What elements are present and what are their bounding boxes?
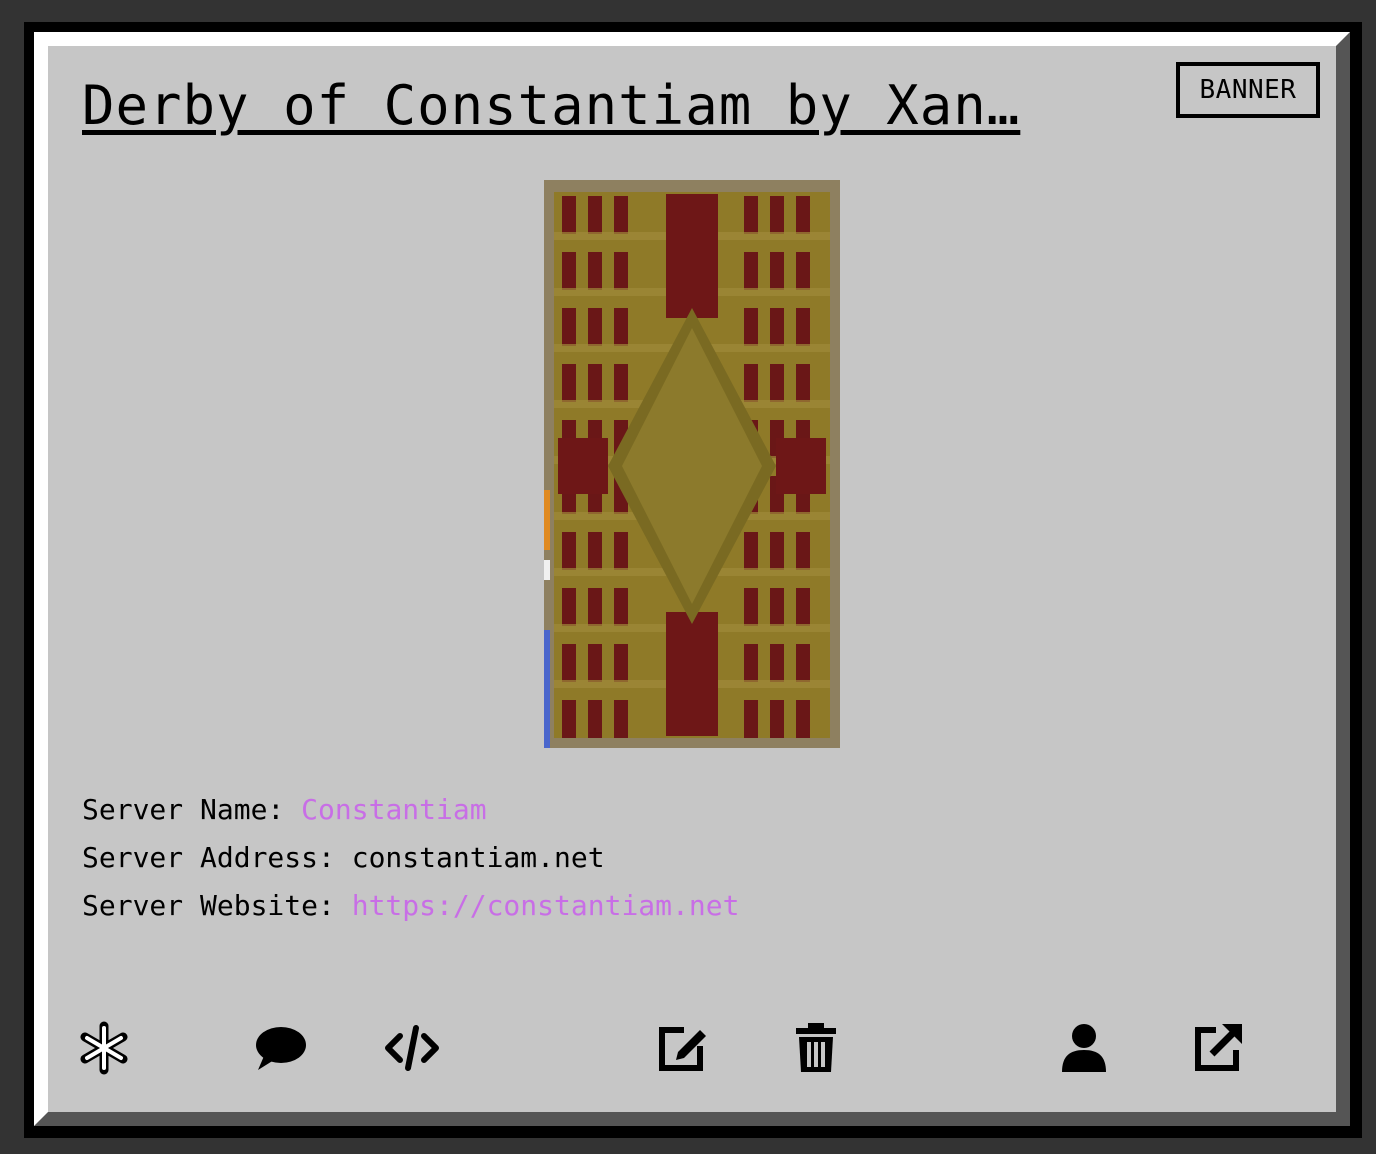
card-title[interactable]: Derby of Constantiam by Xan…	[82, 74, 1062, 138]
server-address-label: Server Address:	[82, 841, 352, 874]
card-bevel: Derby of Constantiam by Xan… BANNER Serv…	[34, 32, 1350, 1126]
server-website-row: Server Website: https://constantiam.net	[82, 882, 739, 930]
asterisk-icon[interactable]	[76, 1020, 132, 1076]
server-address-row: Server Address: constantiam.net	[82, 834, 739, 882]
type-badge: BANNER	[1176, 62, 1320, 118]
server-address-value: constantiam.net	[351, 841, 605, 874]
edit-icon[interactable]	[654, 1020, 710, 1076]
trash-icon[interactable]	[788, 1020, 844, 1076]
server-name-link[interactable]: Constantiam	[301, 793, 486, 826]
external-link-icon[interactable]	[1190, 1020, 1246, 1076]
user-icon[interactable]	[1056, 1020, 1112, 1076]
comment-icon[interactable]	[252, 1020, 308, 1076]
server-website-label: Server Website:	[82, 889, 352, 922]
banner-card: Derby of Constantiam by Xan… BANNER Serv…	[48, 46, 1336, 1112]
banner-image	[544, 180, 840, 748]
server-name-row: Server Name: Constantiam	[82, 786, 739, 834]
server-website-link[interactable]: https://constantiam.net	[352, 889, 740, 922]
server-name-label: Server Name:	[82, 793, 302, 826]
outer-frame: Derby of Constantiam by Xan… BANNER Serv…	[24, 22, 1362, 1138]
server-info: Server Name: Constantiam Server Address:…	[82, 786, 739, 930]
code-icon[interactable]	[384, 1020, 440, 1076]
